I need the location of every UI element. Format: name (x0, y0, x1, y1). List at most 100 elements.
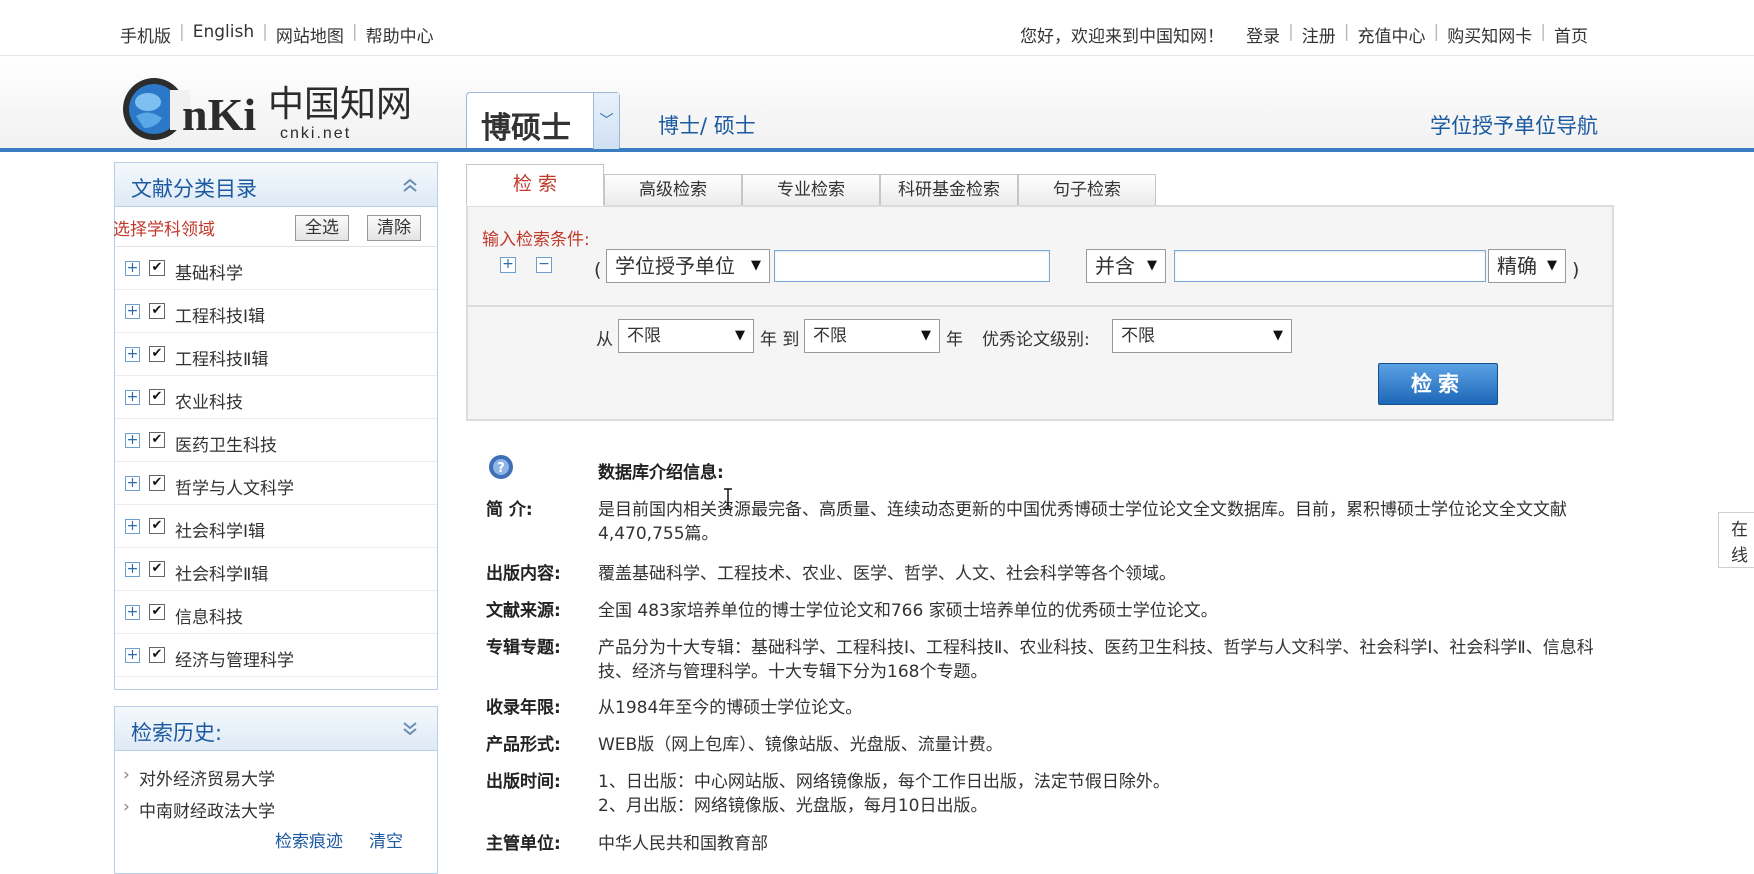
intro-value: 1、日出版：中心网站版、网络镜像版，每个工作日出版，法定节假日除外。 2、月出版… (598, 772, 1170, 816)
mobile-link[interactable]: 手机版 (120, 22, 171, 47)
svg-text:?: ? (497, 461, 505, 476)
recharge-link[interactable]: 充值中心 (1358, 22, 1426, 47)
category-checkbox[interactable]: ✔ (149, 518, 165, 534)
intro-row: 主管单位: 中华人民共和国教育部 (486, 832, 1610, 856)
category-label[interactable]: 医药卫生科技 (175, 431, 277, 456)
tab-fund-search[interactable]: 科研基金检索 (880, 174, 1018, 206)
category-checkbox[interactable]: ✔ (149, 346, 165, 362)
history-item[interactable]: › 对外经济贸易大学 (115, 759, 437, 791)
intro-heading: 数据库介绍信息: (598, 463, 724, 483)
expand-plus-icon[interactable]: + (125, 519, 140, 534)
level-select[interactable]: 不限 ▼ (1112, 319, 1292, 353)
clear-button[interactable]: 清除 (367, 215, 421, 241)
remove-condition-icon[interactable]: − (536, 257, 552, 273)
login-link[interactable]: 登录 (1246, 22, 1280, 47)
unit-nav-link[interactable]: 学位授予单位导航 (1430, 110, 1598, 140)
category-label[interactable]: 基础科学 (175, 259, 243, 284)
chevron-down-icon[interactable]: ﹀ (593, 93, 619, 149)
category-item[interactable]: + ✔ 信息科技 (115, 591, 437, 634)
expand-plus-icon[interactable]: + (125, 433, 140, 448)
expand-plus-icon[interactable]: + (125, 261, 140, 276)
category-item[interactable]: + ✔ 工程科技Ⅱ辑 (115, 333, 437, 376)
category-label[interactable]: 社会科学Ⅱ辑 (175, 560, 268, 585)
category-checkbox[interactable]: ✔ (149, 604, 165, 620)
intro-row: 文献来源: 全国 483家培养单位的博士学位论文和766 家硕士培养单位的优秀硕士… (486, 599, 1610, 623)
category-checkbox[interactable]: ✔ (149, 475, 165, 491)
header: nKi 中国知网 cnki.net 博硕士 ﹀ 博士/ 硕士 学位授予单位导航 (0, 56, 1754, 152)
category-item[interactable]: + ✔ 社会科学Ⅰ辑 (115, 505, 437, 548)
level-label: 优秀论文级别: (982, 330, 1090, 350)
home-link[interactable]: 首页 (1554, 22, 1588, 47)
search-button[interactable]: 检索 (1378, 363, 1498, 405)
expand-plus-icon[interactable]: + (125, 304, 140, 319)
text-cursor-icon (724, 488, 732, 510)
pick-field-label: 选择学科领域 (113, 220, 215, 240)
category-label[interactable]: 农业科技 (175, 388, 243, 413)
intro-key: 出版内容: (486, 564, 561, 584)
intro-value: WEB版（网上包库）、镜像站版、光盘版、流量计费。 (598, 735, 1003, 755)
expand-plus-icon[interactable]: + (125, 347, 140, 362)
category-checkbox[interactable]: ✔ (149, 389, 165, 405)
category-label[interactable]: 工程科技Ⅰ辑 (175, 302, 265, 327)
online-consult-tab[interactable]: 在线咨询 (1718, 512, 1754, 568)
register-link[interactable]: 注册 (1302, 22, 1336, 47)
match-select[interactable]: 精确 ▼ (1488, 249, 1566, 283)
category-label[interactable]: 经济与管理科学 (175, 646, 294, 671)
history-trace-link[interactable]: 检索痕迹 (275, 827, 343, 852)
second-search-input[interactable] (1174, 250, 1486, 282)
db-subtitle: 博士/ 硕士 (658, 114, 756, 138)
history-panel-header: 检索历史: (115, 707, 437, 751)
year-to-select[interactable]: 不限 ▼ (804, 319, 940, 353)
intro-row: 出版内容: 覆盖基础科学、工程技术、农业、医学、哲学、人文、社会科学等各个领域。 (486, 562, 1610, 586)
expand-plus-icon[interactable]: + (125, 605, 140, 620)
category-item[interactable]: + ✔ 工程科技Ⅰ辑 (115, 290, 437, 333)
buy-card-link[interactable]: 购买知网卡 (1447, 22, 1532, 47)
expand-icon[interactable] (401, 721, 419, 737)
intro-row: 出版时间: 1、日出版：中心网站版、网络镜像版，每个工作日出版，法定节假日除外。 … (486, 770, 1610, 818)
tab-advanced-search[interactable]: 高级检索 (604, 174, 742, 206)
dropdown-arrow-icon: ▼ (735, 328, 745, 343)
database-select[interactable]: 博硕士 ﹀ (466, 92, 620, 149)
category-item[interactable]: + ✔ 农业科技 (115, 376, 437, 419)
svg-text:cnki.net: cnki.net (280, 125, 351, 142)
help-link[interactable]: 帮助中心 (366, 22, 434, 47)
category-item[interactable]: + ✔ 哲学与人文科学 (115, 462, 437, 505)
tab-basic-search[interactable]: 检 索 (466, 164, 604, 206)
category-checkbox[interactable]: ✔ (149, 260, 165, 276)
expand-plus-icon[interactable]: + (125, 390, 140, 405)
expand-plus-icon[interactable]: + (125, 562, 140, 577)
category-label[interactable]: 信息科技 (175, 603, 243, 628)
select-all-button[interactable]: 全选 (295, 215, 349, 241)
category-toolbar: 选择学科领域 全选 清除 (113, 207, 437, 247)
category-item[interactable]: + ✔ 经济与管理科学 (115, 634, 437, 677)
tab-professional-search[interactable]: 专业检索 (742, 174, 880, 206)
field-select[interactable]: 学位授予单位 ▼ (606, 249, 770, 283)
english-link[interactable]: English (193, 22, 254, 47)
category-checkbox[interactable]: ✔ (149, 303, 165, 319)
intro-key: 文献来源: (486, 601, 561, 621)
relation-select[interactable]: 并含 ▼ (1086, 249, 1166, 283)
history-clear-link[interactable]: 清空 (369, 827, 403, 852)
intro-value: 全国 483家培养单位的博士学位论文和766 家硕士培养单位的优秀硕士学位论文。 (598, 601, 1218, 621)
intro-value: 是目前国内相关资源最完备、高质量、连续动态更新的中国优秀博硕士学位论文全文数据库… (598, 500, 1567, 544)
add-condition-icon[interactable]: + (500, 257, 516, 273)
tab-sentence-search[interactable]: 句子检索 (1018, 174, 1156, 206)
collapse-icon[interactable] (401, 177, 419, 193)
category-item[interactable]: + ✔ 医药卫生科技 (115, 419, 437, 462)
expand-plus-icon[interactable]: + (125, 648, 140, 663)
category-panel: 文献分类目录 选择学科领域 全选 清除 + ✔ 基础科学 + ✔ 工程科技Ⅰ辑 + ✔ 工程科技… (113, 162, 438, 690)
category-checkbox[interactable]: ✔ (149, 561, 165, 577)
history-item[interactable]: › 中南财经政法大学 (115, 791, 437, 823)
category-label[interactable]: 社会科学Ⅰ辑 (175, 517, 265, 542)
category-item[interactable]: + ✔ 社会科学Ⅱ辑 (115, 548, 437, 591)
category-label[interactable]: 工程科技Ⅱ辑 (175, 345, 268, 370)
category-checkbox[interactable]: ✔ (149, 647, 165, 663)
expand-plus-icon[interactable]: + (125, 476, 140, 491)
search-input[interactable] (774, 250, 1050, 282)
category-checkbox[interactable]: ✔ (149, 432, 165, 448)
category-item[interactable]: + ✔ 基础科学 (115, 247, 437, 290)
cnki-logo[interactable]: nKi 中国知网 cnki.net (118, 72, 418, 142)
year-from-select[interactable]: 不限 ▼ (618, 319, 754, 353)
sitemap-link[interactable]: 网站地图 (276, 22, 344, 47)
category-label[interactable]: 哲学与人文科学 (175, 474, 294, 499)
